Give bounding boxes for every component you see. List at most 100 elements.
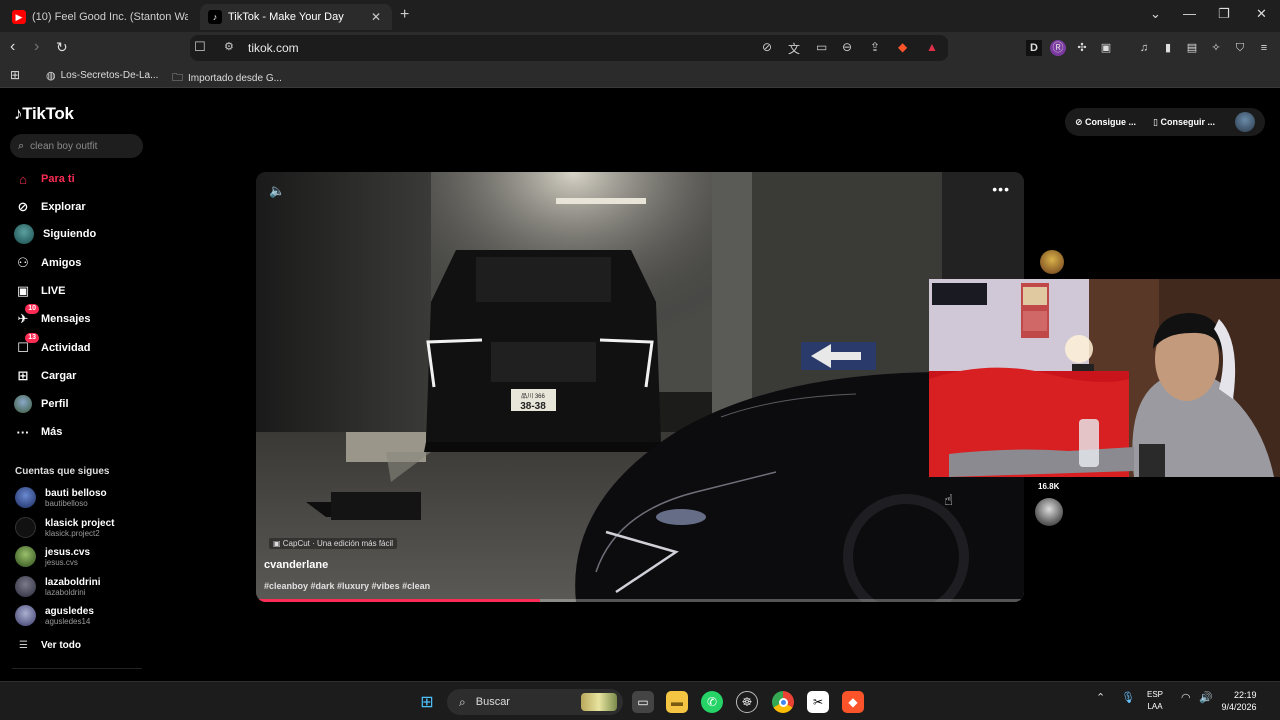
tab-youtube[interactable]: ▶ (10) Feel Good Inc. (Stanton Warriors (4, 4, 196, 30)
tab-list-chevron-icon[interactable]: ⌄ (1150, 6, 1161, 22)
taskbar-search-label: Buscar (475, 696, 510, 708)
minimize-button[interactable]: — (1183, 6, 1196, 21)
folder-icon: 🗀 (172, 72, 183, 84)
brave-rewards-icon[interactable]: ▲ (926, 40, 938, 54)
tray-chevron-icon[interactable]: ⌃ (1096, 691, 1105, 704)
capcut-icon[interactable]: ✂ (807, 691, 829, 713)
taskbar-search[interactable]: ⌕ Buscar (447, 689, 623, 715)
activity-icon: ☐ 13 (14, 333, 39, 357)
volume-icon[interactable]: 🔈 (269, 183, 285, 199)
task-view-icon[interactable]: ▭ (632, 691, 654, 713)
close-tab-icon[interactable]: ✕ (368, 10, 384, 24)
tiktok-logo[interactable]: ♪TikTok (14, 104, 74, 124)
vpn-shield-icon[interactable]: ⛉ (1232, 40, 1248, 56)
sidebar-icon[interactable]: ▮ (1160, 40, 1176, 56)
close-window-button[interactable]: ✕ (1256, 6, 1267, 22)
followed-account[interactable]: lazaboldrini lazaboldrini (15, 576, 101, 597)
keyboard-layout: LAA (1147, 702, 1163, 711)
forward-button[interactable]: › (34, 38, 39, 56)
windows-start-icon[interactable]: ⊞ (416, 691, 438, 713)
nav-live[interactable]: ▣ LIVE (14, 282, 66, 300)
nav-amigos[interactable]: ⚇ Amigos (14, 254, 81, 272)
video-author[interactable]: cvanderlane (264, 559, 328, 571)
extensions-puzzle-icon[interactable]: ✣ (1074, 40, 1090, 56)
new-tab-button[interactable]: + (400, 6, 409, 24)
address-bar[interactable]: ☐ ⚙ tikok.com ⊘ 文 ▭ ⊖ ⇪ ◆ ▲ (190, 35, 948, 61)
followed-account[interactable]: bauti belloso bautibelloso (15, 487, 107, 508)
nav-explorar[interactable]: ⊘ Explorar (14, 198, 86, 216)
creator-avatar[interactable] (1040, 250, 1064, 274)
tiktok-logo-icon: ♪ (14, 104, 23, 123)
language-code: ESP (1147, 690, 1164, 699)
more-options-icon[interactable]: ••• (992, 181, 1010, 197)
nav-siguiendo[interactable]: Siguiendo (14, 224, 96, 244)
extension-purple-icon[interactable]: Ⓡ (1050, 40, 1066, 56)
reload-button[interactable]: ↻ (56, 39, 68, 56)
nav-label: Más (41, 426, 63, 438)
followed-account[interactable]: klasick project klasick.project2 (15, 517, 114, 538)
share-icon[interactable]: ⇪ (870, 40, 880, 54)
whatsapp-icon[interactable]: ✆ (701, 691, 723, 713)
apps-grid-icon[interactable]: ⊞ (10, 68, 20, 82)
capcut-label[interactable]: ▣ CapCut · Una edición más fácil (269, 538, 398, 549)
app-icon[interactable]: ☸ (736, 691, 758, 713)
profile-avatar[interactable] (1235, 112, 1255, 132)
screenshot-icon[interactable]: ▣ (1098, 40, 1114, 56)
like-count: 16.8K (1038, 482, 1060, 491)
browser-toolbar: ‹ › ↻ ☐ ⚙ tikok.com ⊘ 文 ▭ ⊖ ⇪ ◆ ▲ D Ⓡ ✣ … (0, 32, 1280, 64)
search-input[interactable]: ⌕ clean boy outfit (10, 134, 143, 158)
nav-mensajes[interactable]: ✈ 10 Mensajes (14, 304, 91, 328)
zoom-icon[interactable]: ⊖ (842, 40, 852, 54)
get-coins-label: Consigue ... (1085, 117, 1137, 127)
see-all-button[interactable]: ☰ Ver todo (19, 640, 81, 651)
microphone-icon[interactable]: 🎙 (1121, 691, 1135, 704)
volume-icon[interactable]: 🔊 (1199, 691, 1213, 704)
maximize-button[interactable]: ❐ (1218, 6, 1230, 22)
video-progress-bar[interactable] (256, 599, 1024, 602)
brave-shield-icon[interactable]: ◆ (898, 40, 907, 54)
wallet-icon[interactable]: ▤ (1184, 40, 1200, 56)
avatar (15, 487, 36, 508)
system-clock[interactable]: 22:19 9/4/2026 (1221, 689, 1256, 713)
followed-account[interactable]: agusledes agusledes14 (15, 605, 94, 626)
leo-ai-icon[interactable]: ✧ (1208, 40, 1224, 56)
url-text[interactable]: tikok.com (248, 41, 299, 55)
video-player[interactable]: 品川 366 38-38 🔈 ••• ▣ CapCut · Una edició… (256, 172, 1024, 602)
followed-account[interactable]: jesus.cvs jesus.cvs (15, 546, 90, 567)
bookmark-item[interactable]: ◍ Los-Secretos-De-La... (46, 69, 158, 82)
nav-actividad[interactable]: ☐ 13 Actividad (14, 333, 91, 357)
cast-icon[interactable]: ▭ (816, 40, 827, 54)
tab-tiktok[interactable]: ♪ TikTok - Make Your Day ✕ (200, 4, 392, 30)
site-settings-icon[interactable]: ⚙ (224, 40, 234, 53)
bookmark-folder[interactable]: 🗀 Importado desde G... (172, 69, 282, 88)
get-app-button[interactable]: ▯ Conseguir ... (1153, 117, 1215, 128)
file-explorer-icon[interactable]: ▬ (666, 691, 688, 713)
language-indicator[interactable]: ESP LAA (1147, 689, 1163, 713)
brave-icon[interactable]: ◆ (842, 691, 864, 713)
nav-para-ti[interactable]: ⌂ Para ti (14, 170, 75, 188)
upload-icon: ⊞ (17, 368, 29, 383)
nav-cargar[interactable]: ⊞ Cargar (14, 367, 77, 385)
translate-icon[interactable]: 文 (788, 40, 800, 57)
extension-d-icon[interactable]: D (1026, 40, 1042, 56)
nav-perfil[interactable]: Perfil (14, 395, 69, 413)
menu-icon[interactable]: ≡ (1256, 40, 1272, 56)
video-progress-fill (256, 599, 541, 602)
following-avatar-icon (14, 224, 34, 244)
tiktok-logo-text: TikTok (22, 104, 74, 123)
bookmark-icon[interactable]: ☐ (194, 39, 206, 55)
no-tracking-icon[interactable]: ⊘ (762, 40, 772, 54)
video-hashtags[interactable]: #cleanboy #dark #luxury #vibes #clean (264, 581, 430, 591)
media-music-icon[interactable]: ♫ (1136, 40, 1152, 56)
get-coins-button[interactable]: ⊘ Consigue ... (1075, 117, 1136, 128)
nav-label: LIVE (41, 285, 66, 297)
chrome-icon[interactable] (772, 691, 794, 713)
music-disc-icon[interactable] (1035, 498, 1063, 526)
nav-mas[interactable]: ··· Más (14, 423, 63, 441)
back-button[interactable]: ‹ (10, 38, 15, 56)
clock-date: 9/4/2026 (1221, 702, 1257, 712)
account-handle: lazaboldrini (45, 587, 86, 597)
wifi-icon[interactable]: ◠ (1181, 691, 1191, 704)
tab-title: (10) Feel Good Inc. (Stanton Warriors (32, 11, 188, 23)
capcut-text: CapCut · Una edición más fácil (282, 539, 394, 548)
